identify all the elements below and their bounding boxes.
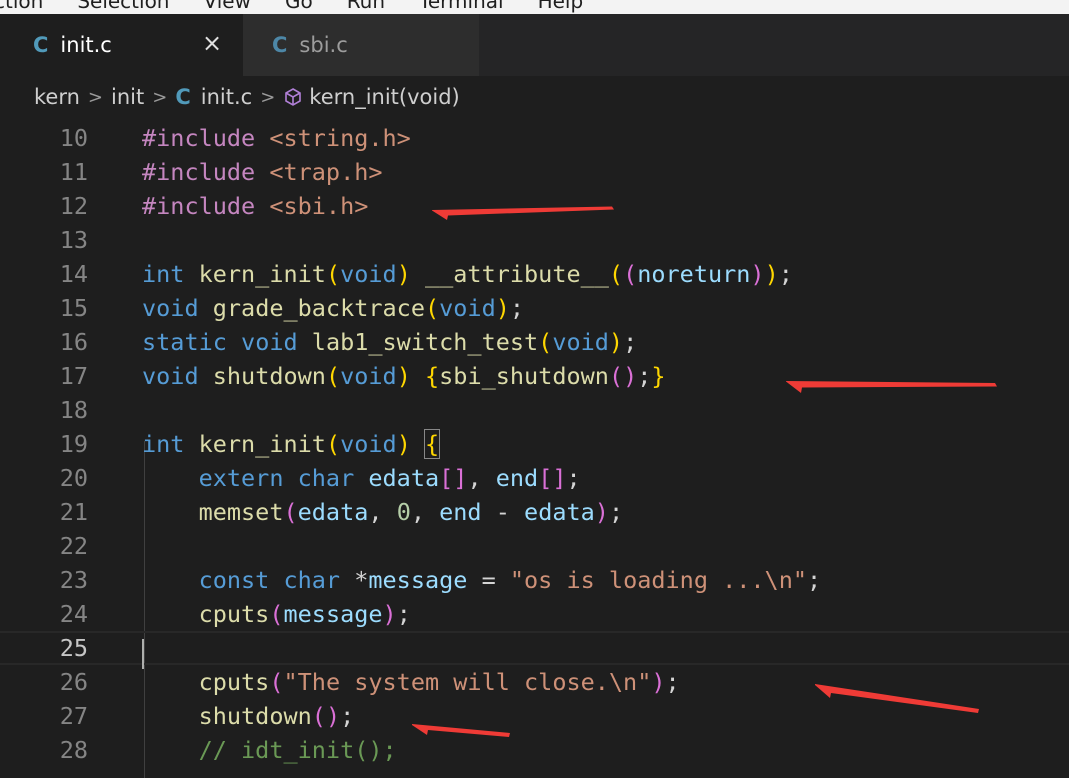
close-icon[interactable]: × <box>198 28 226 58</box>
tab-sbi-c[interactable]: C sbi.c <box>243 14 479 76</box>
c-file-icon: C <box>175 85 191 109</box>
chevron-right-icon: > <box>260 86 276 108</box>
c-file-icon: C <box>272 33 288 57</box>
menu-item[interactable]: Help <box>538 0 584 13</box>
red-arrow-icon <box>786 381 997 393</box>
menu-item[interactable]: Run <box>347 0 385 13</box>
menu-item[interactable]: View <box>203 0 250 13</box>
tab-init-c[interactable]: C init.c × <box>0 14 243 76</box>
symbol-method-icon <box>283 87 303 107</box>
breadcrumb-item-file[interactable]: init.c <box>201 85 252 109</box>
c-file-icon: C <box>33 33 49 57</box>
chevron-right-icon: > <box>152 86 168 108</box>
tab-label: sbi.c <box>299 33 348 57</box>
breadcrumb: kern > init > C init.c > kern_init(void) <box>0 76 1069 118</box>
menu-bar: ction Selection View Go Run Terminal Help <box>0 0 1069 14</box>
red-arrow-icon <box>432 206 614 220</box>
menu-item[interactable]: Terminal <box>419 0 504 13</box>
red-arrow-icon <box>412 724 510 737</box>
breadcrumb-item-symbol[interactable]: kern_init(void) <box>309 85 459 109</box>
code-editor[interactable]: 10 #include <string.h> 11 #include <trap.h>… <box>0 121 1069 778</box>
menu-items: ction Selection View Go Run Terminal Help <box>0 0 617 13</box>
tab-label: init.c <box>60 33 112 57</box>
menu-item[interactable]: ction <box>0 0 43 13</box>
red-arrow-icon <box>815 684 979 713</box>
breadcrumb-item-init[interactable]: init <box>111 85 144 109</box>
menu-item[interactable]: Go <box>285 0 313 13</box>
breadcrumb-item-kern[interactable]: kern <box>34 85 80 109</box>
menu-item[interactable]: Selection <box>77 0 169 13</box>
annotation-arrows <box>412 206 997 737</box>
tab-bar: C init.c × C sbi.c <box>0 14 1069 76</box>
chevron-right-icon: > <box>87 86 104 108</box>
